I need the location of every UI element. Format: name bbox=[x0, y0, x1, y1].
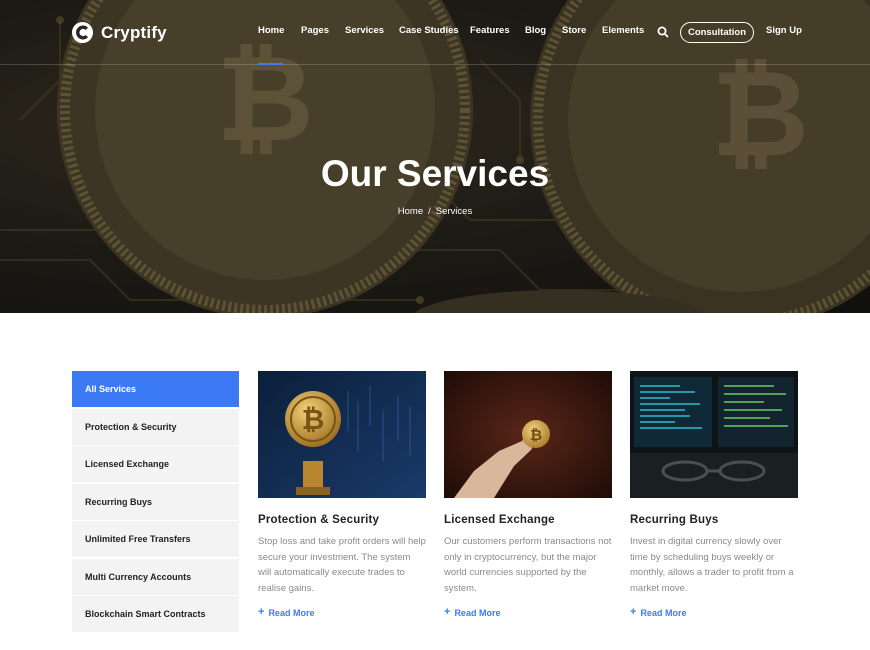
breadcrumb-home[interactable]: Home bbox=[398, 206, 423, 217]
brand-logo[interactable]: Cryptify bbox=[71, 21, 167, 44]
service-description: Stop loss and take profit orders will he… bbox=[258, 536, 426, 594]
breadcrumb: Home / Services bbox=[0, 206, 870, 217]
service-title[interactable]: Protection & Security bbox=[258, 514, 426, 526]
nav-item-services[interactable]: Services bbox=[345, 25, 384, 36]
nav-item-store[interactable]: Store bbox=[562, 25, 586, 36]
sidebar-item-recurring-buys[interactable]: Recurring Buys bbox=[72, 483, 239, 520]
nav-item-home[interactable]: Home bbox=[258, 25, 284, 36]
trading-screens-image bbox=[630, 371, 798, 498]
sidebar-item-all-services[interactable]: All Services bbox=[72, 371, 239, 407]
sidebar-item-licensed-exchange[interactable]: Licensed Exchange bbox=[72, 446, 239, 482]
signup-link[interactable]: Sign Up bbox=[766, 25, 802, 36]
svg-text:₿: ₿ bbox=[302, 403, 325, 436]
plus-icon: + bbox=[444, 606, 451, 618]
read-more-label: Read More bbox=[268, 607, 315, 618]
hero-banner: ₿ ₿ Cryptify Home Pages Services Case St… bbox=[0, 0, 870, 313]
plus-icon: + bbox=[630, 606, 637, 618]
services-sidebar: All Services Protection & Security Licen… bbox=[72, 371, 239, 634]
service-card-protection-security: ₿ Protection & Security Stop loss and ta… bbox=[258, 371, 426, 618]
service-image-trading-screens[interactable] bbox=[630, 371, 798, 498]
nav-item-features[interactable]: Features bbox=[470, 25, 510, 36]
read-more-link[interactable]: + Read More bbox=[630, 607, 686, 618]
nav-item-pages[interactable]: Pages bbox=[301, 25, 329, 36]
nav-item-elements[interactable]: Elements bbox=[602, 25, 644, 36]
service-image-bitcoin-trophy[interactable]: ₿ bbox=[258, 371, 426, 498]
read-more-label: Read More bbox=[454, 607, 501, 618]
bitcoin-coin-image: ₿ bbox=[258, 371, 426, 498]
consultation-button[interactable]: Consultation bbox=[680, 22, 754, 43]
breadcrumb-current: Services bbox=[435, 206, 473, 217]
sidebar-item-multi-currency-accounts[interactable]: Multi Currency Accounts bbox=[72, 558, 239, 595]
service-card-recurring-buys: Recurring Buys Invest in digital currenc… bbox=[630, 371, 798, 618]
service-description: Our customers perform transactions not o… bbox=[444, 536, 612, 594]
logo-icon bbox=[71, 21, 94, 44]
sidebar-item-protection-security[interactable]: Protection & Security bbox=[72, 408, 239, 445]
page-title: Our Services bbox=[320, 153, 550, 194]
sidebar-item-blockchain-smart-contracts[interactable]: Blockchain Smart Contracts bbox=[72, 596, 239, 632]
read-more-link[interactable]: + Read More bbox=[444, 607, 500, 618]
nav-item-case-studies[interactable]: Case Studies bbox=[399, 25, 459, 36]
service-description: Invest in digital currency slowly over t… bbox=[630, 536, 794, 594]
nav-divider bbox=[0, 64, 870, 65]
svg-text:₿: ₿ bbox=[530, 426, 542, 444]
nav-active-indicator bbox=[258, 63, 283, 65]
service-title[interactable]: Recurring Buys bbox=[630, 514, 798, 526]
breadcrumb-separator: / bbox=[428, 206, 431, 217]
hand-holding-coin-image: ₿ bbox=[444, 371, 612, 498]
sidebar-item-unlimited-free-transfers[interactable]: Unlimited Free Transfers bbox=[72, 521, 239, 557]
read-more-link[interactable]: + Read More bbox=[258, 607, 314, 618]
plus-icon: + bbox=[258, 606, 265, 618]
nav-item-blog[interactable]: Blog bbox=[525, 25, 546, 36]
service-card-licensed-exchange: ₿ Licensed Exchange Our customers perfor… bbox=[444, 371, 612, 618]
service-title[interactable]: Licensed Exchange bbox=[444, 514, 612, 526]
service-image-hand-coin[interactable]: ₿ bbox=[444, 371, 612, 498]
read-more-label: Read More bbox=[640, 607, 687, 618]
search-icon[interactable] bbox=[657, 26, 669, 38]
brand-name: Cryptify bbox=[101, 22, 167, 42]
